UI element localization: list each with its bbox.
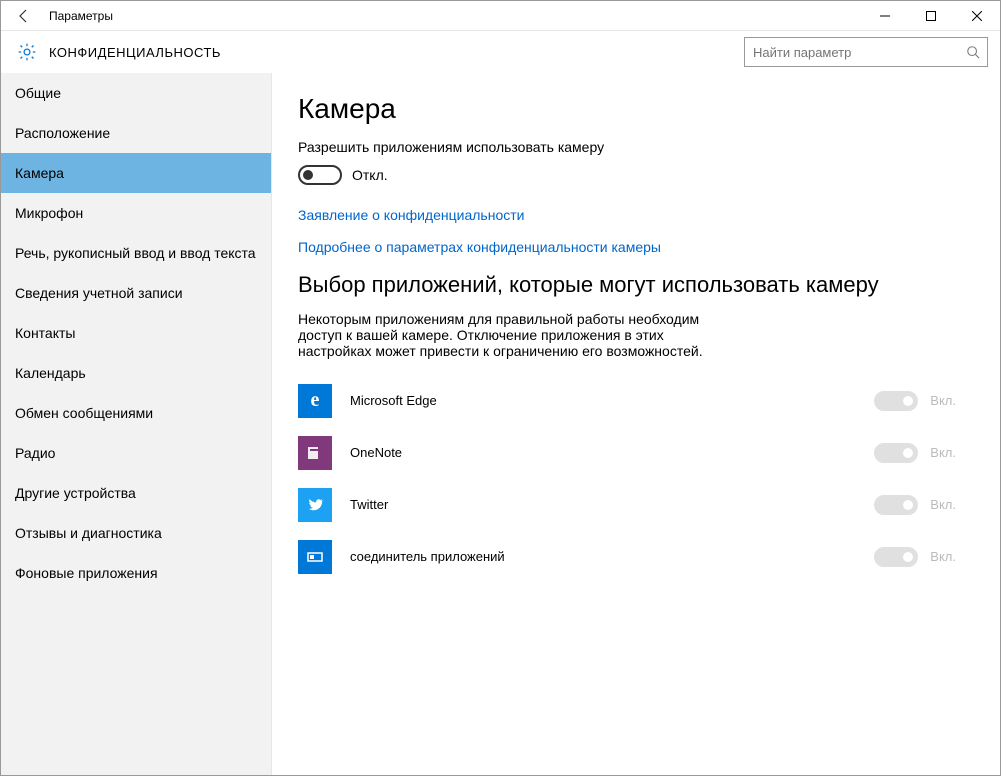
camera-toggle[interactable] [298,165,342,185]
arrow-left-icon [16,8,32,24]
toggle-knob [903,396,913,406]
camera-toggle-row: Откл. [298,165,974,185]
app-toggle-wrap: Вкл. [874,443,956,463]
sidebar-item-12[interactable]: Фоновые приложения [1,553,271,593]
learn-more-link[interactable]: Подробнее о параметрах конфиденциальност… [298,239,974,255]
sidebar-item-3[interactable]: Микрофон [1,193,271,233]
app-toggle-state: Вкл. [930,393,956,408]
connector-icon [298,540,332,574]
sidebar-item-11[interactable]: Отзывы и диагностика [1,513,271,553]
settings-window: Параметры КОНФИДЕНЦИАЛЬНОСТЬ [0,0,1001,776]
toggle-knob [303,170,313,180]
privacy-statement-link[interactable]: Заявление о конфиденциальности [298,207,974,223]
app-row-2: Twitter Вкл. [298,479,974,531]
app-name: Twitter [350,497,388,512]
sidebar-item-4[interactable]: Речь, рукописный ввод и ввод текста [1,233,271,273]
apps-heading: Выбор приложений, которые могут использо… [298,271,974,299]
app-toggle-wrap: Вкл. [874,391,956,411]
close-icon [972,11,982,21]
app-toggle[interactable] [874,391,918,411]
sidebar-item-0[interactable]: Общие [1,73,271,113]
toggle-knob [903,552,913,562]
toggle-knob [903,448,913,458]
sidebar-item-2[interactable]: Камера [1,153,271,193]
sidebar-item-7[interactable]: Календарь [1,353,271,393]
header-bar: КОНФИДЕНЦИАЛЬНОСТЬ [1,31,1000,73]
app-toggle-wrap: Вкл. [874,547,956,567]
minimize-button[interactable] [862,1,908,30]
maximize-button[interactable] [908,1,954,30]
camera-toggle-state: Откл. [352,167,388,183]
body: ОбщиеРасположениеКамераМикрофонРечь, рук… [1,73,1000,775]
app-row-3: соединитель приложений Вкл. [298,531,974,583]
app-toggle-state: Вкл. [930,549,956,564]
app-toggle-state: Вкл. [930,445,956,460]
search-box[interactable] [744,37,988,67]
window-title: Параметры [49,9,113,23]
app-toggle-state: Вкл. [930,497,956,512]
edge-icon: e [298,384,332,418]
maximize-icon [926,11,936,21]
app-name: OneNote [350,445,402,460]
links: Заявление о конфиденциальности Подробнее… [298,207,974,255]
app-toggle[interactable] [874,495,918,515]
titlebar: Параметры [1,1,1000,31]
window-controls [862,1,1000,30]
apps-description: Некоторым приложениям для правильной раб… [298,311,718,359]
section-title: КОНФИДЕНЦИАЛЬНОСТЬ [49,45,221,60]
toggle-knob [903,500,913,510]
app-name: Microsoft Edge [350,393,437,408]
content: Камера Разрешить приложениям использоват… [272,73,1000,775]
app-toggle[interactable] [874,443,918,463]
twitter-icon [298,488,332,522]
sidebar-item-5[interactable]: Сведения учетной записи [1,273,271,313]
search-input[interactable] [753,45,964,60]
close-button[interactable] [954,1,1000,30]
sidebar-item-6[interactable]: Контакты [1,313,271,353]
sidebar: ОбщиеРасположениеКамераМикрофонРечь, рук… [1,73,272,775]
page-title: Камера [298,93,974,125]
sidebar-item-10[interactable]: Другие устройства [1,473,271,513]
app-row-0: e Microsoft Edge Вкл. [298,375,974,427]
sidebar-item-1[interactable]: Расположение [1,113,271,153]
minimize-icon [880,11,890,21]
apps-list: e Microsoft Edge Вкл. OneNote Вкл. Twitter Вкл… [298,375,974,583]
back-button[interactable] [1,1,47,30]
sidebar-item-9[interactable]: Радио [1,433,271,473]
search-icon [964,45,981,59]
app-toggle[interactable] [874,547,918,567]
app-name: соединитель приложений [350,549,505,564]
app-row-1: OneNote Вкл. [298,427,974,479]
sidebar-item-8[interactable]: Обмен сообщениями [1,393,271,433]
app-toggle-wrap: Вкл. [874,495,956,515]
gear-icon [13,42,41,62]
onenote-icon [298,436,332,470]
allow-camera-label: Разрешить приложениям использовать камер… [298,139,974,155]
